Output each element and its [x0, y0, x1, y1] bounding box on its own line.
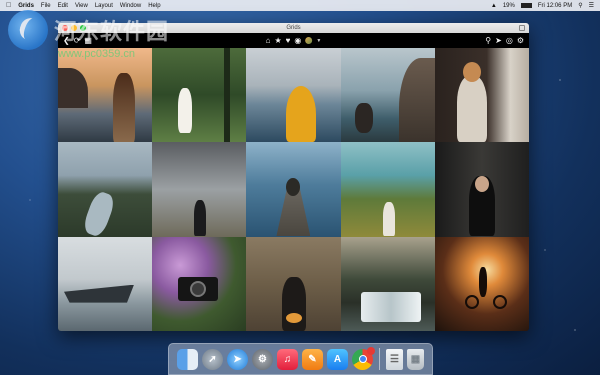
send-icon[interactable]: ➤ [495, 36, 502, 45]
dock-launchpad-icon[interactable]: ➚ [202, 348, 223, 370]
dock-music-icon[interactable]: ♫ [277, 348, 298, 370]
wifi-icon[interactable]: ▲ [491, 3, 497, 9]
photo-grid [58, 48, 529, 331]
menu-app-name[interactable]: Grids [18, 3, 34, 9]
photo-man-in-tall-grass[interactable] [246, 236, 341, 331]
spotlight-icon[interactable]: ⚲ [578, 2, 582, 9]
notification-center-icon[interactable]: ☰ [589, 2, 594, 9]
photo-river-valley[interactable] [58, 142, 153, 237]
menu-file[interactable]: File [41, 3, 51, 9]
profile-avatar[interactable] [305, 37, 313, 44]
battery-icon [520, 3, 532, 8]
home-icon[interactable]: ⌂ [266, 36, 271, 45]
photo-waterfall-forest[interactable] [340, 236, 435, 331]
watermark-text: 河东软件园 [54, 19, 170, 45]
heart-icon[interactable]: ♥ [286, 36, 291, 45]
settings-icon[interactable]: ⚙ [517, 36, 524, 45]
menu-view[interactable]: View [75, 3, 88, 9]
dock-separator [379, 348, 380, 370]
menu-edit[interactable]: Edit [58, 3, 68, 9]
menu-layout[interactable]: Layout [95, 3, 113, 9]
photo-woman-in-meadow[interactable] [340, 142, 435, 237]
fullscreen-icon[interactable] [519, 25, 525, 31]
dock-app-store-icon[interactable]: A [327, 348, 348, 370]
star-icon[interactable]: ★ [274, 36, 281, 45]
dock-trash-icon[interactable]: ▦ [407, 348, 424, 370]
photo-man-at-window[interactable] [434, 48, 529, 143]
menu-help[interactable]: Help [148, 3, 160, 9]
chrome-badge [367, 346, 375, 355]
photo-girl-white-dress-field[interactable] [152, 48, 247, 143]
chevron-down-icon[interactable]: ▼ [316, 38, 321, 44]
clock[interactable]: Fri 12:06 PM [538, 3, 572, 9]
photo-woman-in-dark-room[interactable] [434, 142, 529, 237]
watermark-url: www.pc0359.cn [58, 48, 136, 60]
battery-percent[interactable]: 19% [503, 3, 515, 9]
photo-camera-in-flowers[interactable] [152, 236, 247, 331]
menu-window[interactable]: Window [120, 3, 141, 9]
photo-bike-at-sunset[interactable] [434, 236, 529, 331]
dock: ➚ ➤ ⚙ ♫ ✎ A ☰ ▦ [168, 343, 433, 375]
dock-document-icon[interactable]: ☰ [386, 348, 403, 370]
photo-boat-on-lake[interactable] [58, 236, 153, 331]
watermark: 河东软件园 [8, 10, 169, 50]
notifications-icon[interactable]: ◎ [506, 36, 513, 45]
grids-window: Grids ❮ ⟳ ▦ ⌂ ★ ♥ ◉ ▼ ⚲ ➤ ◎ ⚙ [58, 23, 529, 331]
dock-system-preferences-icon[interactable]: ⚙ [252, 348, 273, 370]
watermark-logo [8, 10, 48, 50]
photo-couple-on-cliff[interactable] [340, 48, 435, 143]
dock-chrome-icon[interactable] [352, 346, 375, 370]
location-icon[interactable]: ◉ [294, 36, 301, 45]
apple-menu-icon[interactable]:  [6, 2, 11, 9]
photo-yellow-raincoat-lake[interactable] [246, 48, 341, 143]
window-title: Grids [286, 25, 301, 31]
search-icon[interactable]: ⚲ [485, 36, 491, 45]
photo-pier-sitting[interactable] [246, 142, 341, 237]
photo-woman-in-fog[interactable] [152, 142, 247, 237]
dock-finder-icon[interactable] [177, 348, 198, 370]
photo-girl-at-sea-sunset[interactable] [58, 48, 153, 143]
dock-safari-icon[interactable]: ➤ [227, 348, 248, 370]
dock-books-icon[interactable]: ✎ [302, 348, 323, 370]
